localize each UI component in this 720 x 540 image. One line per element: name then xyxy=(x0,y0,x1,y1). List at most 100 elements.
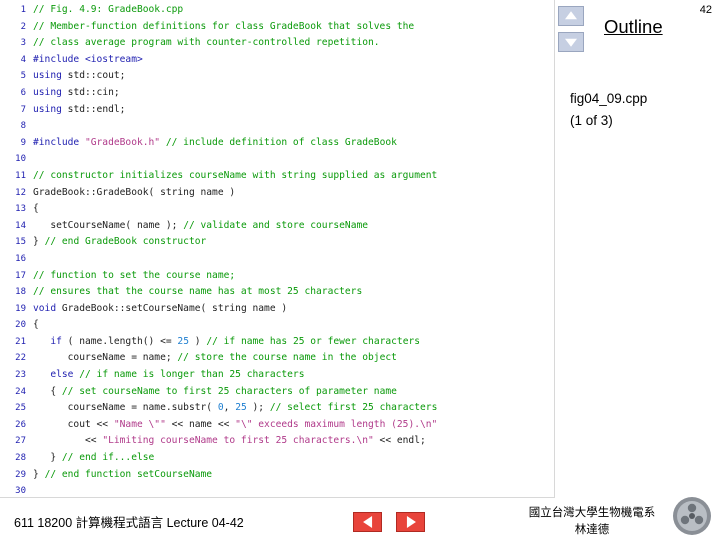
code-token: 25 xyxy=(235,402,247,414)
university-logo-icon xyxy=(673,497,711,535)
next-slide-button[interactable] xyxy=(396,512,425,532)
code-line-text: courseName = name; // store the course n… xyxy=(33,350,397,367)
figure-caption-line1: fig04_09.cpp xyxy=(570,91,648,106)
code-line: 24 { // set courseName to first 25 chara… xyxy=(0,384,554,401)
code-line-text: GradeBook::GradeBook( string name ) xyxy=(33,185,235,202)
code-line: 7 using std::endl; xyxy=(0,102,554,119)
code-line: 10 xyxy=(0,151,554,168)
previous-slide-button[interactable] xyxy=(353,512,382,532)
code-line: 27 << "Limiting courseName to first 25 c… xyxy=(0,433,554,450)
code-line-number: 22 xyxy=(15,353,26,364)
code-token: setCourseName( name ); xyxy=(33,219,184,231)
footer-affiliation-line2: 林達德 xyxy=(574,524,610,536)
code-line-number: 24 xyxy=(15,386,26,397)
code-token: // end if...else xyxy=(61,452,155,464)
triangle-down-icon xyxy=(565,38,577,47)
scroll-up-button[interactable] xyxy=(558,6,584,26)
code-token: ) xyxy=(188,335,207,347)
code-token: courseName = name; xyxy=(33,352,178,364)
code-token: using xyxy=(33,70,62,82)
code-line-text: { xyxy=(33,201,39,218)
code-token: void xyxy=(33,302,57,314)
code-token: // select first 25 characters xyxy=(269,402,438,414)
code-token: 25 xyxy=(177,335,189,347)
triangle-left-icon xyxy=(362,516,372,528)
code-token: } xyxy=(33,452,62,464)
code-token: GradeBook::GradeBook( string name ) xyxy=(33,186,236,198)
code-token: std::endl; xyxy=(61,103,126,115)
code-line-number: 13 xyxy=(15,204,26,215)
code-line-text: cout << "Name \"" << name << "\" exceeds… xyxy=(33,417,438,434)
code-line-number: 16 xyxy=(15,253,26,264)
code-line-text: // function to set the course name; xyxy=(33,268,235,285)
code-token: { xyxy=(33,203,39,215)
code-line: 23 else // if name is longer than 25 cha… xyxy=(0,367,554,384)
code-token: GradeBook::setCourseName( string name ) xyxy=(56,302,288,314)
code-line-text: // ensures that the course name has at m… xyxy=(33,284,362,301)
code-token: using xyxy=(33,103,62,115)
code-line: 18 // ensures that the course name has at… xyxy=(0,284,554,301)
code-token: "Limiting courseName to first 25 charact… xyxy=(102,435,374,447)
code-token: ( name.length() <= xyxy=(61,335,178,347)
code-line-number: 5 xyxy=(20,71,26,82)
code-line-text: #include <iostream> xyxy=(33,52,143,69)
code-token: // validate and store courseName xyxy=(183,219,369,231)
navigation-buttons xyxy=(353,512,425,532)
code-token: #include <iostream> xyxy=(33,53,143,65)
figure-caption-line2: (1 of 3) xyxy=(570,113,613,128)
code-line-number: 9 xyxy=(20,137,26,148)
code-token: cout << xyxy=(33,418,114,430)
code-line: 20 { xyxy=(0,317,554,334)
slide: 1 // Fig. 4.9: GradeBook.cpp 2 // Member-fu… xyxy=(0,0,720,540)
code-line-number: 6 xyxy=(20,87,26,98)
code-line-number: 1 xyxy=(20,5,26,15)
triangle-right-icon xyxy=(406,516,416,528)
code-token: { xyxy=(33,385,62,397)
code-token: << endl; xyxy=(373,435,426,447)
code-line: 8 xyxy=(0,118,554,135)
code-line-text: #include "GradeBook.h" // include defini… xyxy=(33,135,397,152)
code-line-text: if ( name.length() <= 25 ) // if name ha… xyxy=(33,334,420,351)
code-line-number: 18 xyxy=(15,287,26,298)
code-line-text: } // end GradeBook constructor xyxy=(33,234,206,251)
code-line-text: // constructor initializes courseName wi… xyxy=(33,168,437,185)
code-line-number: 15 xyxy=(15,237,26,248)
code-line: 5 using std::cout; xyxy=(0,68,554,85)
code-line-number: 29 xyxy=(15,469,26,480)
triangle-up-icon xyxy=(565,11,577,20)
code-token: // end function setCourseName xyxy=(44,468,213,480)
code-token: // Member-function definitions for class… xyxy=(33,20,415,32)
code-token: // if name is longer than 25 characters xyxy=(73,369,305,381)
code-line-text: courseName = name.substr( 0, 25 ); // se… xyxy=(33,400,438,417)
code-line-text: setCourseName( name ); // validate and s… xyxy=(33,218,368,235)
code-line: 9 #include "GradeBook.h" // include defin… xyxy=(0,135,554,152)
code-line-number: 26 xyxy=(15,419,26,430)
figure-caption: fig04_09.cpp (1 of 3) xyxy=(570,88,647,132)
code-line-number: 27 xyxy=(15,436,26,447)
code-line-text: using std::endl; xyxy=(33,102,125,119)
code-token: "GradeBook.h" xyxy=(84,136,161,148)
code-line: 4 #include <iostream> xyxy=(0,52,554,69)
footer-course-label: 611 18200 計算機程式語言 Lecture 04-42 xyxy=(14,516,244,530)
code-token: "\" exceeds maximum length (25).\n" xyxy=(235,418,438,430)
code-token: // class average program with counter-co… xyxy=(33,37,380,49)
code-line-number: 14 xyxy=(15,220,26,231)
code-line: 29} // end function setCourseName xyxy=(0,467,554,484)
code-token: { xyxy=(33,319,39,331)
code-token: // function to set the course name; xyxy=(33,269,236,281)
code-line-number: 20 xyxy=(15,320,26,331)
code-token: // store the course name in the object xyxy=(177,352,397,364)
code-token: courseName = name.substr( xyxy=(33,402,218,414)
code-listing: 1 // Fig. 4.9: GradeBook.cpp 2 // Member-fu… xyxy=(0,0,554,497)
scroll-down-button[interactable] xyxy=(558,32,584,52)
code-line-number: 12 xyxy=(15,187,26,198)
code-token: "Name \"" xyxy=(113,418,166,430)
code-token: // Fig. 4.9: GradeBook.cpp xyxy=(33,4,184,15)
code-token: , xyxy=(223,402,236,414)
code-token: // set courseName to first 25 characters… xyxy=(61,385,397,397)
code-line-number: 21 xyxy=(15,336,26,347)
footer-affiliation: 國立台灣大學生物機電系 林達德 xyxy=(518,505,666,539)
code-line-number: 8 xyxy=(20,121,26,132)
